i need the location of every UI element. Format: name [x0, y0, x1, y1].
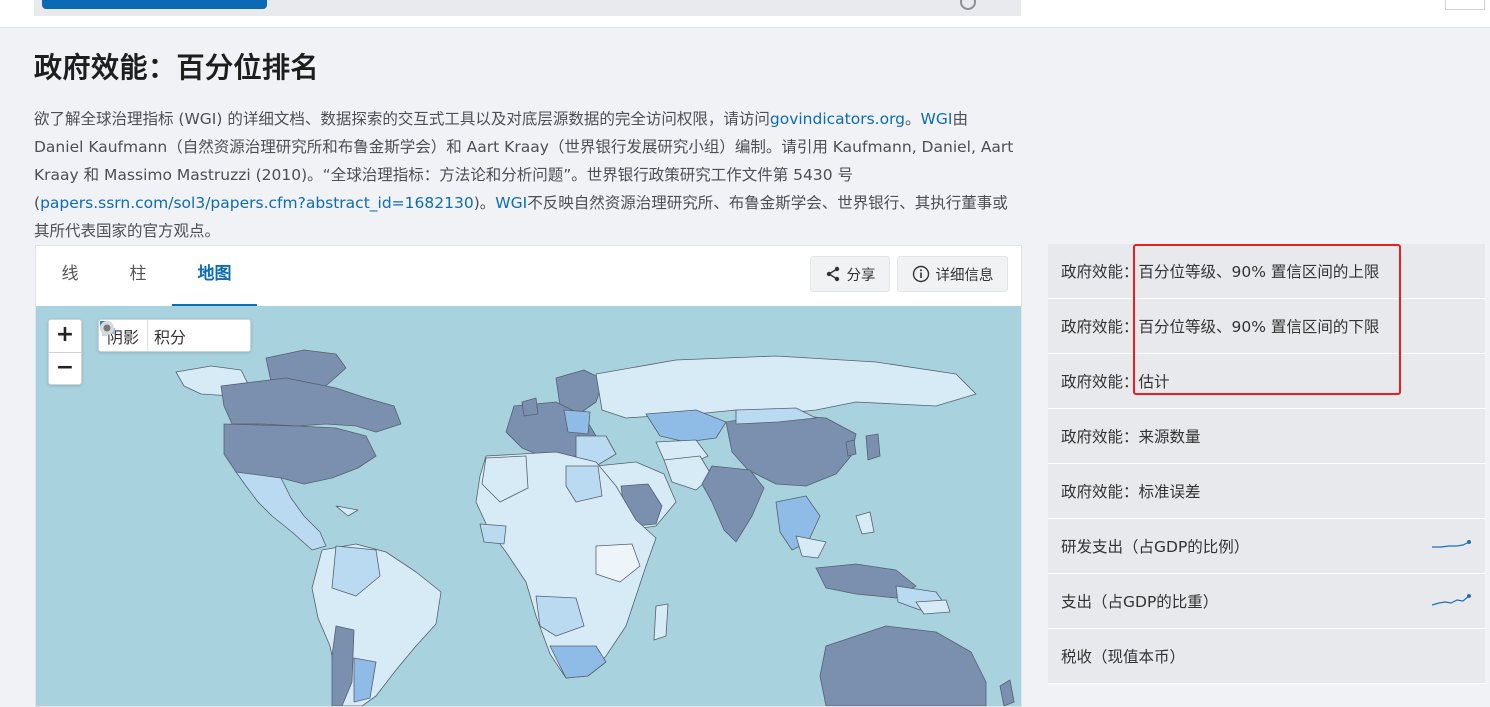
country-shape	[563, 409, 591, 435]
tab-line[interactable]: 线	[36, 246, 104, 304]
related-item[interactable]: 政府效能：百分位等级、90% 置信区间的下限	[1048, 299, 1485, 354]
related-item-label: 税收（现值本币）	[1061, 648, 1186, 666]
ssrn-link[interactable]: papers.ssrn.com/sol3/papers.cfm?abstract…	[40, 194, 474, 212]
tab-bar[interactable]: 柱	[104, 246, 172, 304]
related-item-label: 政府效能：百分位等级、90% 置信区间的上限	[1061, 263, 1380, 281]
country-shape	[335, 505, 359, 517]
country-shape	[521, 397, 539, 417]
related-item[interactable]: 税收（现值本币）	[1048, 629, 1485, 684]
country-shape	[855, 511, 875, 535]
country-shape	[915, 599, 951, 615]
country-shape	[645, 409, 727, 443]
page-title: 政府效能：百分位排名	[34, 51, 320, 84]
related-item-label: 支出（占GDP的比重）	[1061, 593, 1219, 611]
world-map[interactable]: + − 阴影 积分	[36, 306, 1021, 706]
map-canvas[interactable]	[36, 306, 1021, 706]
zoom-out-button[interactable]: −	[49, 352, 81, 385]
chart-card: 线 柱 地图 分享 详细信息 + − 阴影 积分	[35, 245, 1022, 707]
related-item-label: 研发支出（占GDP的比例）	[1061, 538, 1250, 556]
points-icon	[100, 321, 114, 335]
related-item[interactable]: 政府效能：来源数量	[1048, 409, 1485, 464]
related-item-label: 政府效能：标准误差	[1061, 483, 1201, 501]
country-shape	[479, 523, 507, 545]
sparkline-icon	[1432, 540, 1471, 548]
wgi-link-2[interactable]: WGI	[495, 194, 527, 212]
details-button[interactable]: 详细信息	[897, 256, 1008, 292]
page-description: 欲了解全球治理指标 (WGI) 的详细文档、数据探索的交互式工具以及对底层源数据…	[34, 105, 1019, 245]
share-button[interactable]: 分享	[810, 256, 890, 292]
tab-map[interactable]: 地图	[172, 246, 257, 306]
search-button[interactable]	[42, 0, 267, 9]
info-icon	[912, 265, 929, 283]
country-shape	[819, 625, 987, 706]
wgi-link[interactable]: WGI	[921, 110, 953, 128]
related-item[interactable]: 支出（占GDP的比重）	[1048, 574, 1485, 629]
related-item[interactable]: 政府效能：估计	[1048, 354, 1485, 409]
country-shape	[653, 603, 669, 641]
map-mode-toggle: 阴影 积分	[98, 319, 251, 352]
country-shape	[845, 439, 857, 457]
country-shape	[865, 433, 881, 461]
related-item[interactable]: 政府效能：标准误差	[1048, 464, 1485, 519]
zoom-control: + −	[48, 319, 82, 385]
related-item-label: 政府效能：百分位等级、90% 置信区间的下限	[1061, 318, 1380, 336]
country-shape	[235, 471, 327, 551]
related-item[interactable]: 研发支出（占GDP的比例）	[1048, 519, 1485, 574]
govindicators-link[interactable]: govindicators.org	[770, 110, 905, 128]
desc-text: )。	[473, 194, 496, 212]
mode-points-label: 积分	[154, 327, 187, 347]
country-shape	[795, 535, 827, 559]
desc-text: 。	[905, 110, 921, 128]
details-label: 详细信息	[935, 267, 994, 284]
related-item-label: 政府效能：估计	[1061, 373, 1170, 391]
share-icon	[826, 266, 839, 282]
share-label: 分享	[846, 267, 876, 284]
related-item-label: 政府效能：来源数量	[1061, 428, 1201, 446]
zoom-in-button[interactable]: +	[49, 320, 81, 352]
chart-tabs: 线 柱 地图	[36, 246, 257, 306]
country-shape	[999, 679, 1015, 706]
desc-text: 欲了解全球治理指标 (WGI) 的详细文档、数据探索的交互式工具以及对底层源数据…	[34, 110, 770, 128]
country-shape	[549, 645, 607, 679]
menu-button[interactable]	[1445, 0, 1485, 10]
mode-points[interactable]: 积分	[100, 320, 194, 351]
country-shape	[220, 377, 402, 433]
country-shape	[701, 465, 765, 543]
sparkline-icon	[1431, 594, 1471, 606]
related-indicators: 政府效能：百分位等级、90% 置信区间的上限 政府效能：百分位等级、90% 置信…	[1048, 244, 1485, 684]
related-item[interactable]: 政府效能：百分位等级、90% 置信区间的上限	[1048, 244, 1485, 299]
top-bar	[0, 0, 1490, 28]
